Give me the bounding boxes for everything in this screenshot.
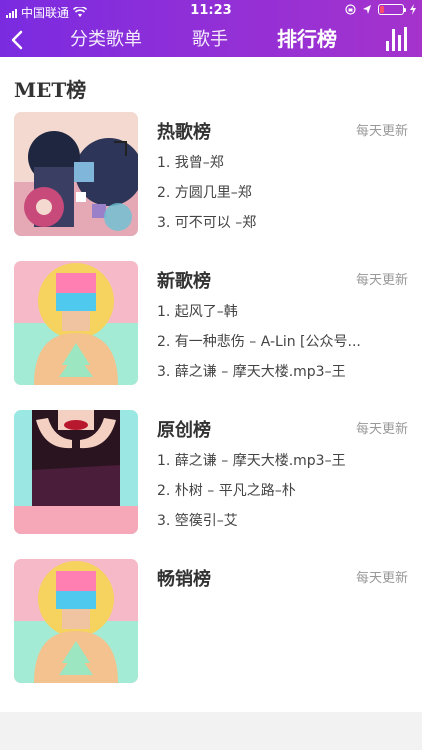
section-title: MET榜 [14, 78, 87, 102]
rank-item-new[interactable]: 新歌榜 每天更新 1. 起风了–韩 2. 有一种悲伤 – A-Lin [公众号.… [0, 261, 422, 385]
rank-name: 新歌榜 [157, 271, 211, 292]
cover-image[interactable] [14, 559, 138, 683]
rank-update-frequency: 每天更新 [355, 571, 408, 586]
cover-image[interactable] [14, 261, 138, 385]
rank-name: 原创榜 [157, 420, 211, 441]
rank-song: 3. 薛之谦 – 摩天大楼.mp3–王 [157, 364, 346, 380]
location-icon [363, 5, 371, 14]
rank-song: 2. 有一种悲伤 – A-Lin [公众号... [157, 334, 361, 350]
charging-icon [410, 4, 416, 15]
tab-singers[interactable]: 歌手 [192, 28, 228, 52]
rank-item-original[interactable]: 原创榜 每天更新 1. 薛之谦 – 摩天大楼.mp3–王 2. 朴树 – 平凡之… [0, 410, 422, 534]
rank-item-hot[interactable]: 热歌榜 每天更新 1. 我曾–郑 2. 方圆几里–郑 3. 可不可以 –郑 [0, 112, 422, 236]
rank-update-frequency: 每天更新 [355, 422, 408, 437]
rank-song: 1. 我曾–郑 [157, 155, 224, 171]
cover-image[interactable] [14, 112, 138, 236]
nav-bar: 分类歌单 歌手 排行榜 [0, 22, 422, 57]
rank-update-frequency: 每天更新 [355, 273, 408, 288]
battery-icon [378, 4, 406, 15]
equalizer-icon[interactable] [386, 27, 408, 51]
rank-song: 2. 朴树 – 平凡之路–朴 [157, 483, 296, 499]
tab-charts[interactable]: 排行榜 [277, 27, 337, 51]
rank-update-frequency: 每天更新 [355, 124, 408, 139]
rank-song: 2. 方圆几里–郑 [157, 185, 252, 201]
rank-name: 畅销榜 [157, 569, 211, 590]
rank-song: 1. 薛之谦 – 摩天大楼.mp3–王 [157, 453, 346, 469]
rank-name: 热歌榜 [157, 122, 211, 143]
rotation-lock-icon [345, 4, 356, 15]
rank-item-bestseller[interactable]: 畅销榜 每天更新 [0, 559, 422, 683]
tab-category-playlists[interactable]: 分类歌单 [70, 28, 142, 52]
status-bar: 中国联通 11:23 [0, 0, 422, 22]
rank-song: 1. 起风了–韩 [157, 304, 238, 320]
top-header: 中国联通 11:23 分类歌单 歌手 排行榜 [0, 0, 422, 57]
footer-divider [0, 712, 422, 750]
rank-song: 3. 箜篌引–艾 [157, 513, 238, 529]
cover-image[interactable] [14, 410, 138, 534]
rank-song: 3. 可不可以 –郑 [157, 215, 257, 231]
status-right [345, 4, 416, 15]
back-chevron-icon[interactable] [10, 26, 30, 57]
